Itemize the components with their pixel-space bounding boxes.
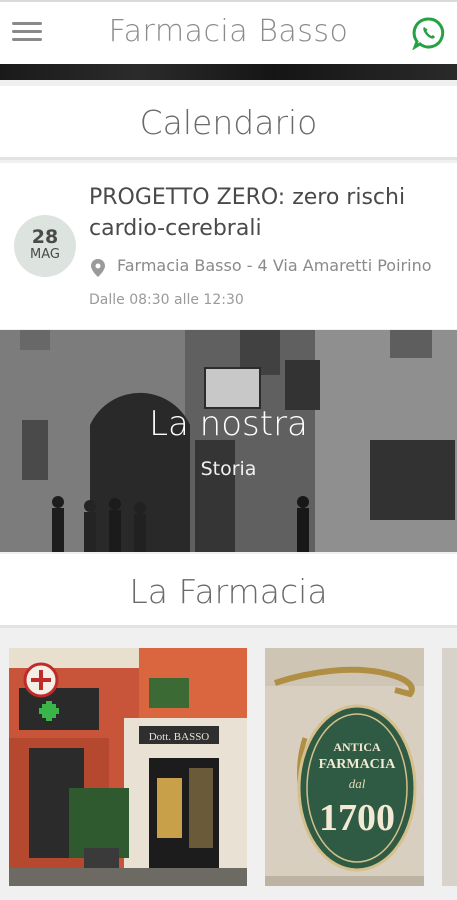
- antique-pharmacy-sign-photo[interactable]: ANTICA FARMACIA dal 1700: [265, 648, 424, 886]
- history-title: La nostra: [149, 404, 308, 444]
- storefront-sign-text: Dott. BASSO: [149, 731, 210, 743]
- history-subtitle: Storia: [200, 458, 257, 480]
- sign-text-year: 1700: [319, 797, 395, 839]
- pharmacy-storefront-photo[interactable]: Dott. BASSO: [9, 648, 247, 886]
- storefront-illustration: Dott. BASSO: [9, 648, 247, 886]
- sign-text-dal: dal: [349, 776, 366, 791]
- event-time: Dalle 08:30 alle 12:30: [89, 292, 244, 308]
- event-location: Farmacia Basso - 4 Via Amaretti Poirino: [117, 256, 432, 275]
- app-header: Farmacia Basso: [0, 0, 457, 64]
- event-date-badge: 28 MAG: [14, 215, 76, 277]
- sign-text-farmacia: FARMACIA: [319, 757, 397, 772]
- event-title[interactable]: PROGETTO ZERO: zero rischi cardio-cerebr…: [89, 182, 454, 244]
- event-day: 28: [31, 226, 59, 248]
- calendar-section-title: Calendario: [0, 86, 457, 160]
- next-gallery-photo[interactable]: [442, 648, 457, 886]
- whatsapp-icon[interactable]: [412, 16, 446, 50]
- app-title: Farmacia Basso: [108, 14, 349, 49]
- sign-text-antica: ANTICA: [333, 740, 381, 754]
- hero-image-strip: [0, 64, 457, 80]
- antique-sign-illustration: ANTICA FARMACIA dal 1700: [265, 648, 424, 886]
- event-month: MAG: [30, 247, 60, 262]
- location-pin-icon: [91, 259, 105, 277]
- pharmacy-section-title: La Farmacia: [0, 554, 457, 628]
